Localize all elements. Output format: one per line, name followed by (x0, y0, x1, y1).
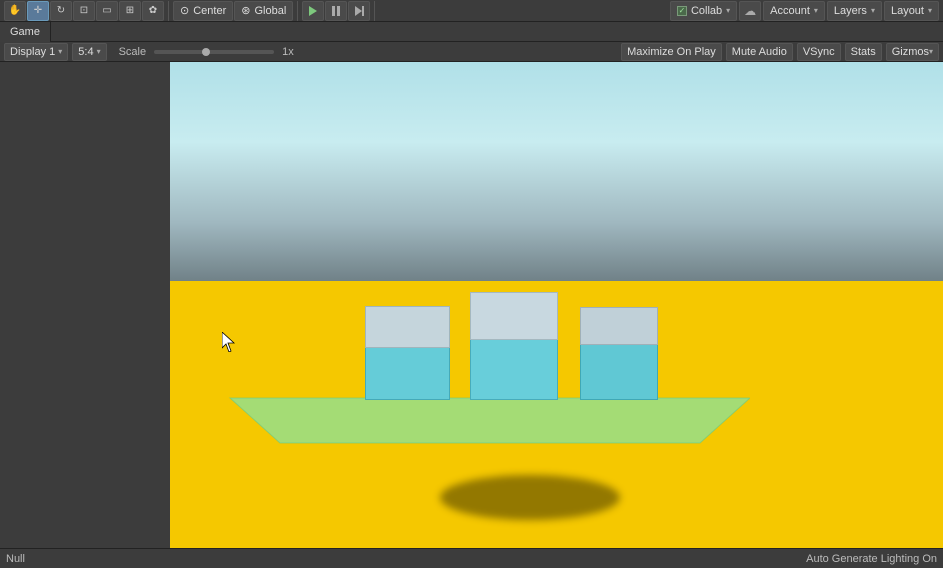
gizmos-chevron-icon: ▾ (929, 47, 933, 56)
global-icon: ⊛ (241, 4, 250, 17)
layers-chevron-icon: ▾ (871, 6, 875, 15)
pause-button[interactable] (325, 1, 347, 21)
maximize-label: Maximize On Play (627, 46, 716, 58)
step-icon (355, 6, 364, 16)
scale-slider[interactable] (154, 50, 274, 54)
game-scene (170, 62, 943, 548)
game-canvas[interactable] (170, 62, 943, 548)
aspect-chevron-icon: ▾ (97, 47, 101, 56)
global-dropdown[interactable]: ⊛ Global (234, 1, 293, 21)
cloud-button[interactable]: ☁ (739, 1, 761, 21)
game-viewport-area (0, 62, 943, 548)
collab-check-icon: ✓ (677, 6, 687, 16)
move-tool-button[interactable]: ✛ (27, 1, 49, 21)
game-tab-label: Game (10, 26, 40, 38)
game-tab[interactable]: Game (0, 22, 51, 42)
layers-label: Layers (834, 5, 867, 17)
ground-shadow (440, 475, 620, 520)
scale-tool-button[interactable]: ⊡ (73, 1, 95, 21)
aspect-label: 5:4 (78, 46, 93, 58)
cube-3 (580, 307, 658, 400)
rotate-tool-button[interactable]: ↻ (50, 1, 72, 21)
left-panel (0, 62, 170, 548)
center-dropdown[interactable]: ⊙ Center (173, 1, 233, 21)
gizmos-button[interactable]: Gizmos ▾ (886, 43, 939, 61)
play-icon (309, 6, 317, 16)
cloud-icon: ☁ (744, 4, 756, 18)
collab-label: Collab (691, 5, 722, 17)
account-label: Account (770, 5, 810, 17)
maximize-button[interactable]: Maximize On Play (621, 43, 722, 61)
pivot-group: ⊙ Center ⊛ Global (173, 1, 298, 21)
pivot-icon: ⊙ (180, 4, 189, 17)
status-right-text: Auto Generate Lighting On (806, 553, 937, 565)
pause-icon (332, 6, 340, 16)
gizmos-label: Gizmos (892, 46, 929, 58)
stats-button[interactable]: Stats (845, 43, 882, 61)
scale-slider-thumb (202, 48, 210, 56)
hand-tool-button[interactable]: ✋ (4, 1, 26, 21)
stats-label: Stats (851, 46, 876, 58)
display-chevron-icon: ▾ (58, 47, 62, 56)
vsync-label: VSync (803, 46, 835, 58)
display-dropdown[interactable]: Display 1 ▾ (4, 43, 68, 61)
center-label: Center (193, 5, 226, 17)
game-controls-bar: Display 1 ▾ 5:4 ▾ Scale 1x Maximize On P… (0, 42, 943, 62)
step-button[interactable] (348, 1, 370, 21)
scale-label: Scale (119, 46, 147, 58)
mute-button[interactable]: Mute Audio (726, 43, 793, 61)
account-chevron-icon: ▾ (814, 6, 818, 15)
aspect-dropdown[interactable]: 5:4 ▾ (72, 43, 106, 61)
cube-2 (470, 292, 558, 400)
scale-value: 1x (282, 46, 294, 58)
account-dropdown[interactable]: Account ▾ (763, 1, 825, 21)
play-button[interactable] (302, 1, 324, 21)
custom-tool-button[interactable]: ✿ (142, 1, 164, 21)
transform-tool-button[interactable]: ⊞ (119, 1, 141, 21)
top-toolbar: ✋ ✛ ↻ ⊡ ▭ ⊞ ✿ ⊙ Center ⊛ Global (0, 0, 943, 22)
status-bar: Null Auto Generate Lighting On (0, 548, 943, 568)
vsync-button[interactable]: VSync (797, 43, 841, 61)
collab-button[interactable]: ✓ Collab ▾ (670, 1, 737, 21)
playback-group (302, 1, 375, 21)
layout-dropdown[interactable]: Layout ▾ (884, 1, 939, 21)
transform-tools-group: ✋ ✛ ↻ ⊡ ▭ ⊞ ✿ (4, 1, 169, 21)
global-label: Global (254, 5, 286, 17)
cube-1 (365, 306, 450, 400)
layout-chevron-icon: ▾ (928, 6, 932, 15)
display-label: Display 1 (10, 46, 55, 58)
status-left-text: Null (6, 553, 25, 565)
game-tab-bar: Game (0, 22, 943, 42)
layers-dropdown[interactable]: Layers ▾ (827, 1, 882, 21)
rect-tool-button[interactable]: ▭ (96, 1, 118, 21)
game-panel: Game Display 1 ▾ 5:4 ▾ Scale 1x Maximize… (0, 22, 943, 568)
layout-label: Layout (891, 5, 924, 17)
collab-chevron-icon: ▾ (726, 6, 730, 15)
mute-label: Mute Audio (732, 46, 787, 58)
